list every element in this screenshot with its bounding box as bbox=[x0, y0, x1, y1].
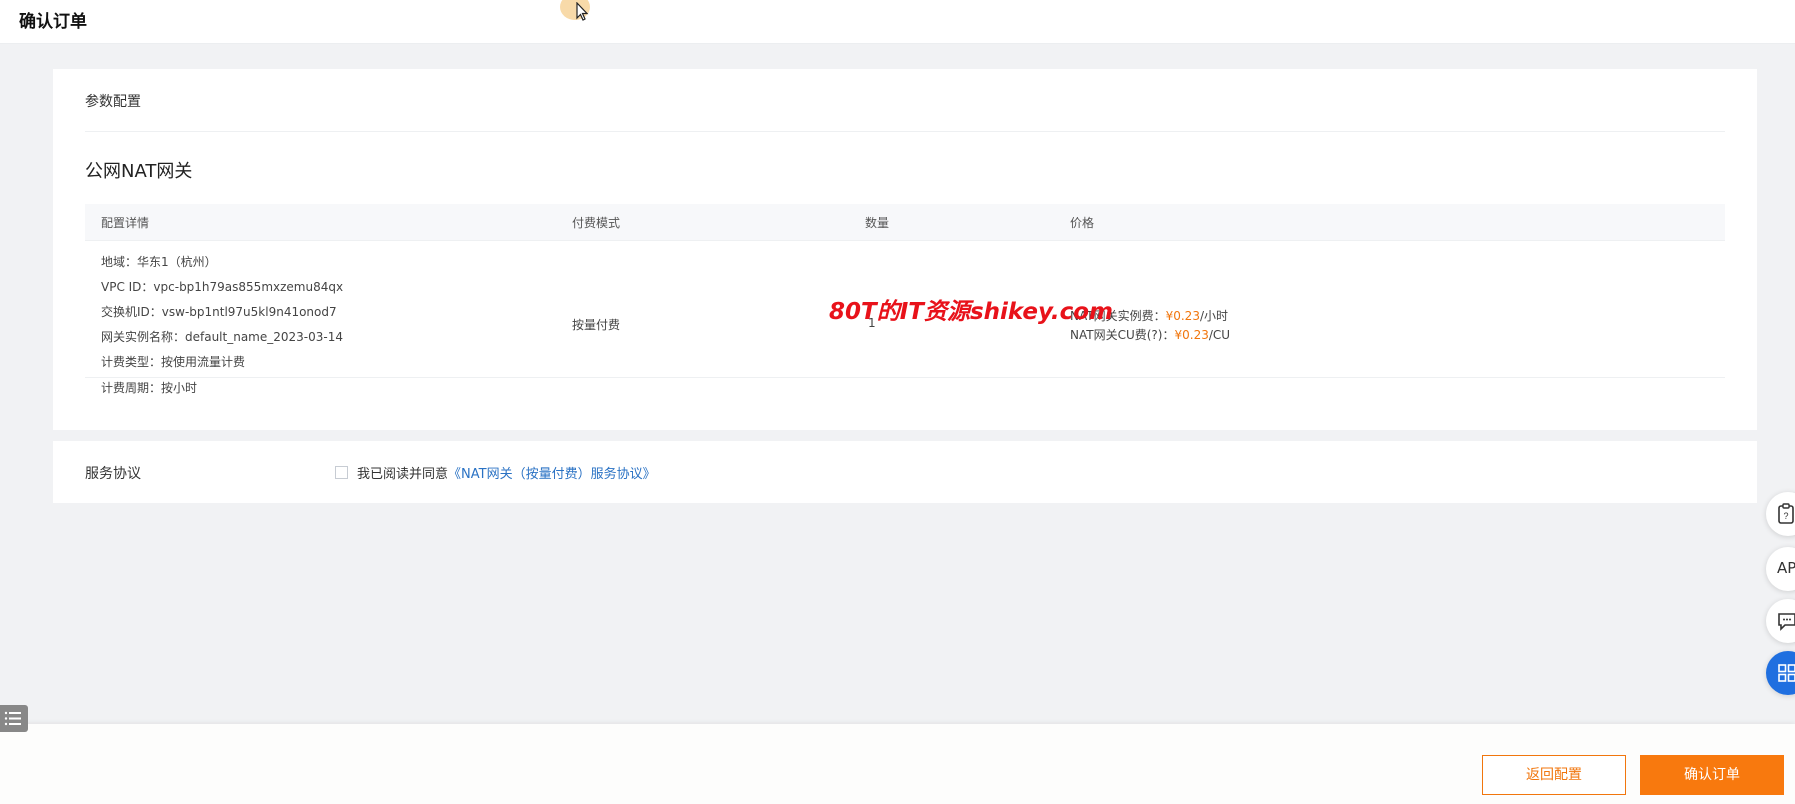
feedback-tool-button[interactable]: ? bbox=[1766, 492, 1795, 536]
mouse-cursor-icon bbox=[576, 2, 589, 21]
table-header: 配置详情 付费模式 数量 价格 bbox=[85, 204, 1725, 241]
chat-tool-button[interactable] bbox=[1766, 599, 1795, 643]
confirm-order-button[interactable]: 确认订单 bbox=[1640, 755, 1784, 795]
price-unit: /CU bbox=[1208, 328, 1231, 342]
parameter-config-card: 参数配置 公网NAT网关 配置详情 付费模式 数量 价格 地域：华东1（杭州） … bbox=[53, 69, 1757, 430]
back-to-config-button[interactable]: 返回配置 bbox=[1482, 755, 1626, 795]
detail-billing-type: 计费类型：按使用流量计费 bbox=[101, 355, 246, 369]
detail-billing-cycle: 计费周期：按小时 bbox=[101, 381, 198, 395]
top-bar: 确认订单 bbox=[0, 0, 1795, 44]
product-title: 公网NAT网关 bbox=[85, 161, 193, 182]
price-unit: /小时 bbox=[1199, 309, 1228, 323]
detail-region: 地域：华东1（杭州） bbox=[101, 255, 217, 269]
apps-tool-button[interactable] bbox=[1766, 651, 1795, 695]
clipboard-question-icon: ? bbox=[1778, 503, 1794, 524]
price-amount: ¥0.23 bbox=[1165, 309, 1200, 323]
watermark-text: 80T的IT资源shikey.com bbox=[829, 299, 1113, 325]
svg-text:?: ? bbox=[1783, 511, 1788, 521]
agreement-text: 我已阅读并同意 bbox=[357, 467, 449, 482]
billing-mode-value: 按量付费 bbox=[572, 318, 621, 332]
api-label: API bbox=[1777, 559, 1795, 577]
column-header-billing-mode: 付费模式 bbox=[572, 216, 621, 230]
agreement-checkbox[interactable] bbox=[335, 466, 348, 479]
price-cu-fee: NAT网关CU费(?)：¥0.23/CU bbox=[1070, 326, 1230, 343]
price-amount: ¥0.23 bbox=[1174, 328, 1209, 342]
detail-vpc-id: VPC ID：vpc-bp1h79as855mxzemu84qx bbox=[101, 280, 344, 294]
agreement-statement: 我已阅读并同意《NAT网关（按量付费）服务协议》 bbox=[357, 463, 656, 482]
agreement-label: 服务协议 bbox=[85, 466, 141, 482]
list-toggle-button[interactable] bbox=[0, 705, 28, 732]
column-header-details: 配置详情 bbox=[101, 216, 150, 230]
detail-instance-name: 网关实例名称：default_name_2023-03-14 bbox=[101, 330, 343, 344]
column-header-quantity: 数量 bbox=[865, 216, 890, 230]
agreement-link[interactable]: 《NAT网关（按量付费）服务协议》 bbox=[448, 467, 656, 482]
list-icon bbox=[4, 711, 21, 726]
chat-bubble-icon bbox=[1778, 613, 1795, 631]
page-title: 确认订单 bbox=[19, 12, 87, 32]
apps-grid-icon bbox=[1778, 664, 1795, 682]
api-tool-button[interactable]: API bbox=[1766, 547, 1795, 591]
detail-vswitch-id: 交换机ID：vsw-bp1ntl97u5kl9n41onod7 bbox=[101, 305, 337, 319]
column-header-price: 价格 bbox=[1070, 216, 1095, 230]
price-label: NAT网关CU费(?)： bbox=[1070, 328, 1175, 342]
service-agreement-card: 服务协议 我已阅读并同意《NAT网关（按量付费）服务协议》 bbox=[53, 441, 1757, 503]
divider bbox=[85, 131, 1725, 132]
section-label: 参数配置 bbox=[85, 94, 141, 110]
